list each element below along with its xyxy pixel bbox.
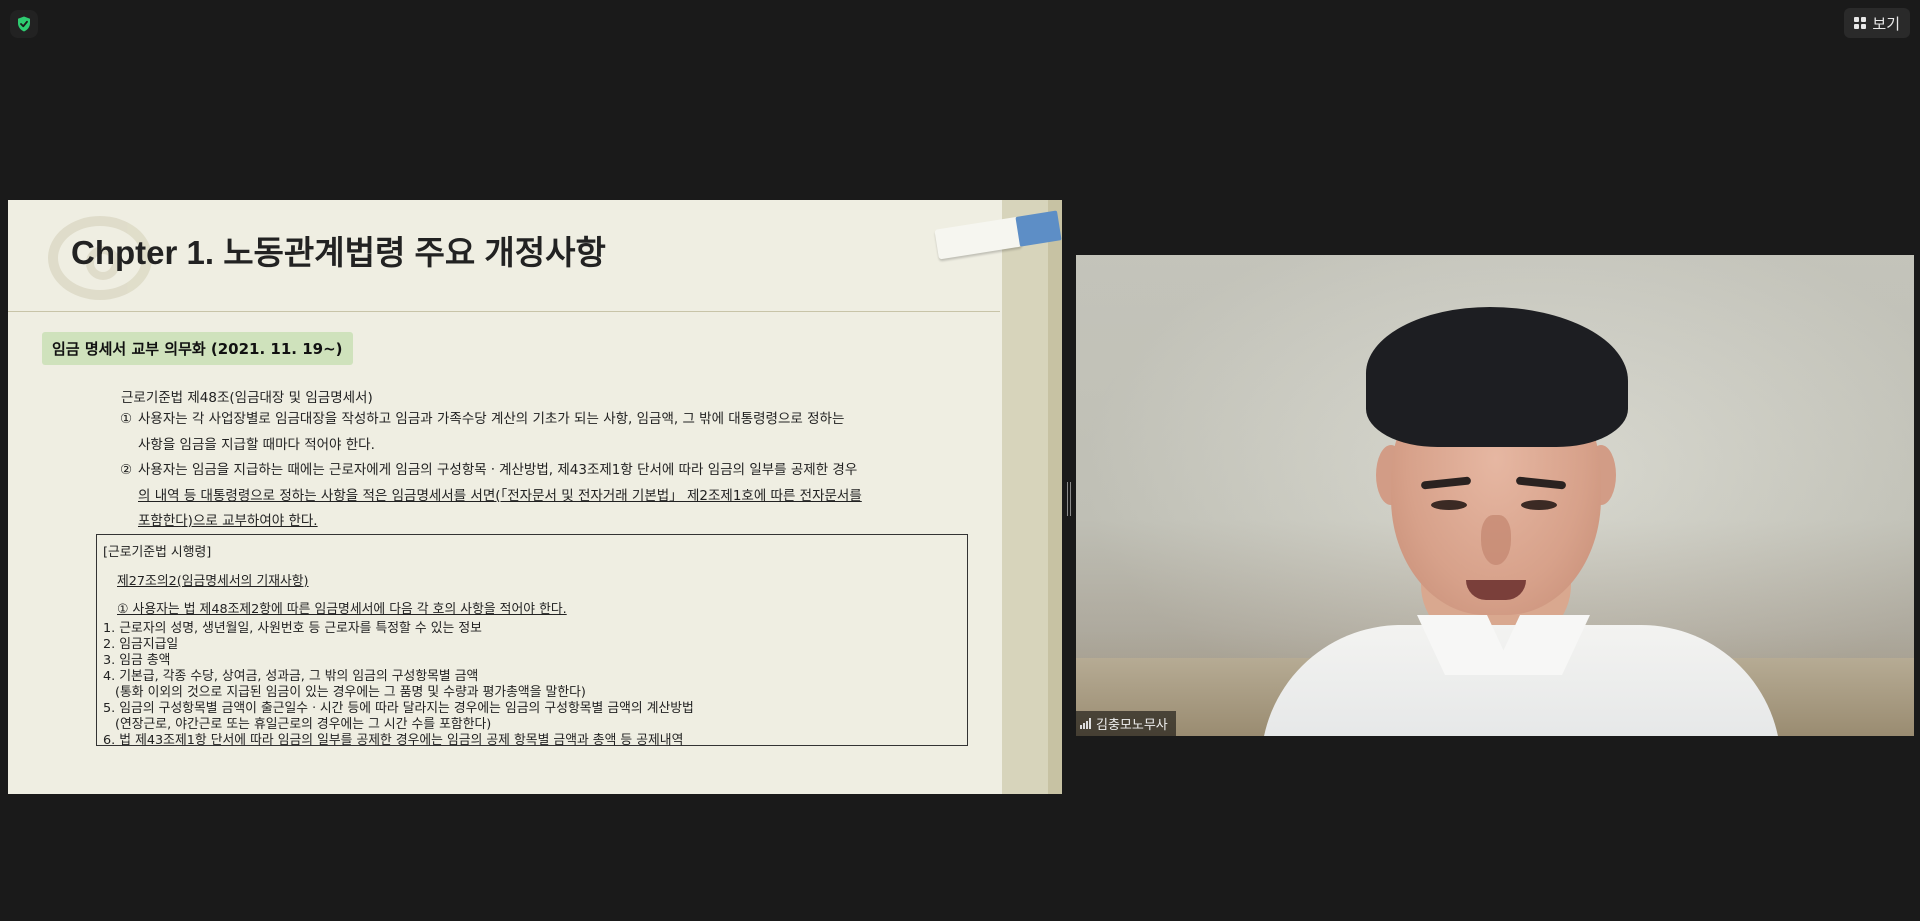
panel-splitter-handle[interactable]: [1066, 482, 1072, 516]
decree-box: [근로기준법 시행령] 제27조의2(임금명세서의 기재사항) ① 사용자는 법…: [96, 534, 968, 748]
person-eye: [1431, 500, 1467, 510]
person-eye: [1521, 500, 1557, 510]
person-nose: [1481, 515, 1511, 565]
view-button[interactable]: 보기: [1844, 8, 1910, 38]
slide-decor-edge: [1048, 200, 1062, 794]
participant-name-tag: 김충모노무사: [1076, 711, 1176, 736]
slide-title: Chpter 1. 노동관계법령 주요 개정사항: [71, 234, 606, 271]
decree-box-header: [근로기준법 시행령]: [103, 545, 212, 560]
view-button-label: 보기: [1872, 14, 1900, 33]
paragraph-2: ② 사용자는 임금을 지급하는 때에는 근로자에게 임금의 구성항목ㆍ계산방법, …: [120, 458, 910, 535]
paragraph-2-line-2: 의 내역 등 대통령령으로 정하는 사항을 적은 임금명세서를 서면(「전자문서…: [138, 487, 862, 504]
participant-video[interactable]: 김충모노무사: [1076, 255, 1914, 736]
shared-screen-slide: Chpter 1. 노동관계법령 주요 개정사항 임금 명세서 교부 의무화 (…: [8, 200, 1062, 794]
paragraph-1-number: ①: [120, 411, 133, 427]
article-heading: 근로기준법 제48조(임금대장 및 임금명세서): [121, 390, 373, 406]
paragraph-1-line-1: 사용자는 각 사업장별로 임금대장을 작성하고 임금과 가족수당 계산의 기초가…: [138, 411, 845, 427]
participant-name: 김충모노무사: [1096, 718, 1168, 733]
topic-tag: 임금 명세서 교부 의무화 (2021. 11. 19~): [42, 332, 353, 365]
title-divider: [8, 311, 1000, 312]
paragraph-1: ① 사용자는 각 사업장별로 임금대장을 작성하고 임금과 가족수당 계산의 기초…: [120, 407, 910, 458]
security-shield-icon[interactable]: [10, 10, 38, 38]
paragraph-2-number: ②: [120, 462, 133, 478]
decree-item: 6. 법 제43조제1항 단서에 따라 임금의 일부를 공제한 경우에는 임금의…: [103, 733, 684, 748]
decree-box-intro: ① 사용자는 법 제48조제2항에 따른 임금명세서에 다음 각 호의 사항을 …: [117, 602, 567, 617]
decree-box-subhead: 제27조의2(임금명세서의 기재사항): [117, 574, 309, 589]
paragraph-2-line-3: 포함한다)으로 교부하여야 한다.: [138, 513, 318, 529]
signal-strength-icon: [1080, 718, 1091, 729]
grid-view-icon: [1854, 17, 1867, 29]
paragraph-1-line-2: 사항을 임금을 지급할 때마다 적어야 한다.: [138, 436, 375, 453]
paragraph-2-line-1: 사용자는 임금을 지급하는 때에는 근로자에게 임금의 구성항목ㆍ계산방법, 제…: [138, 462, 858, 478]
